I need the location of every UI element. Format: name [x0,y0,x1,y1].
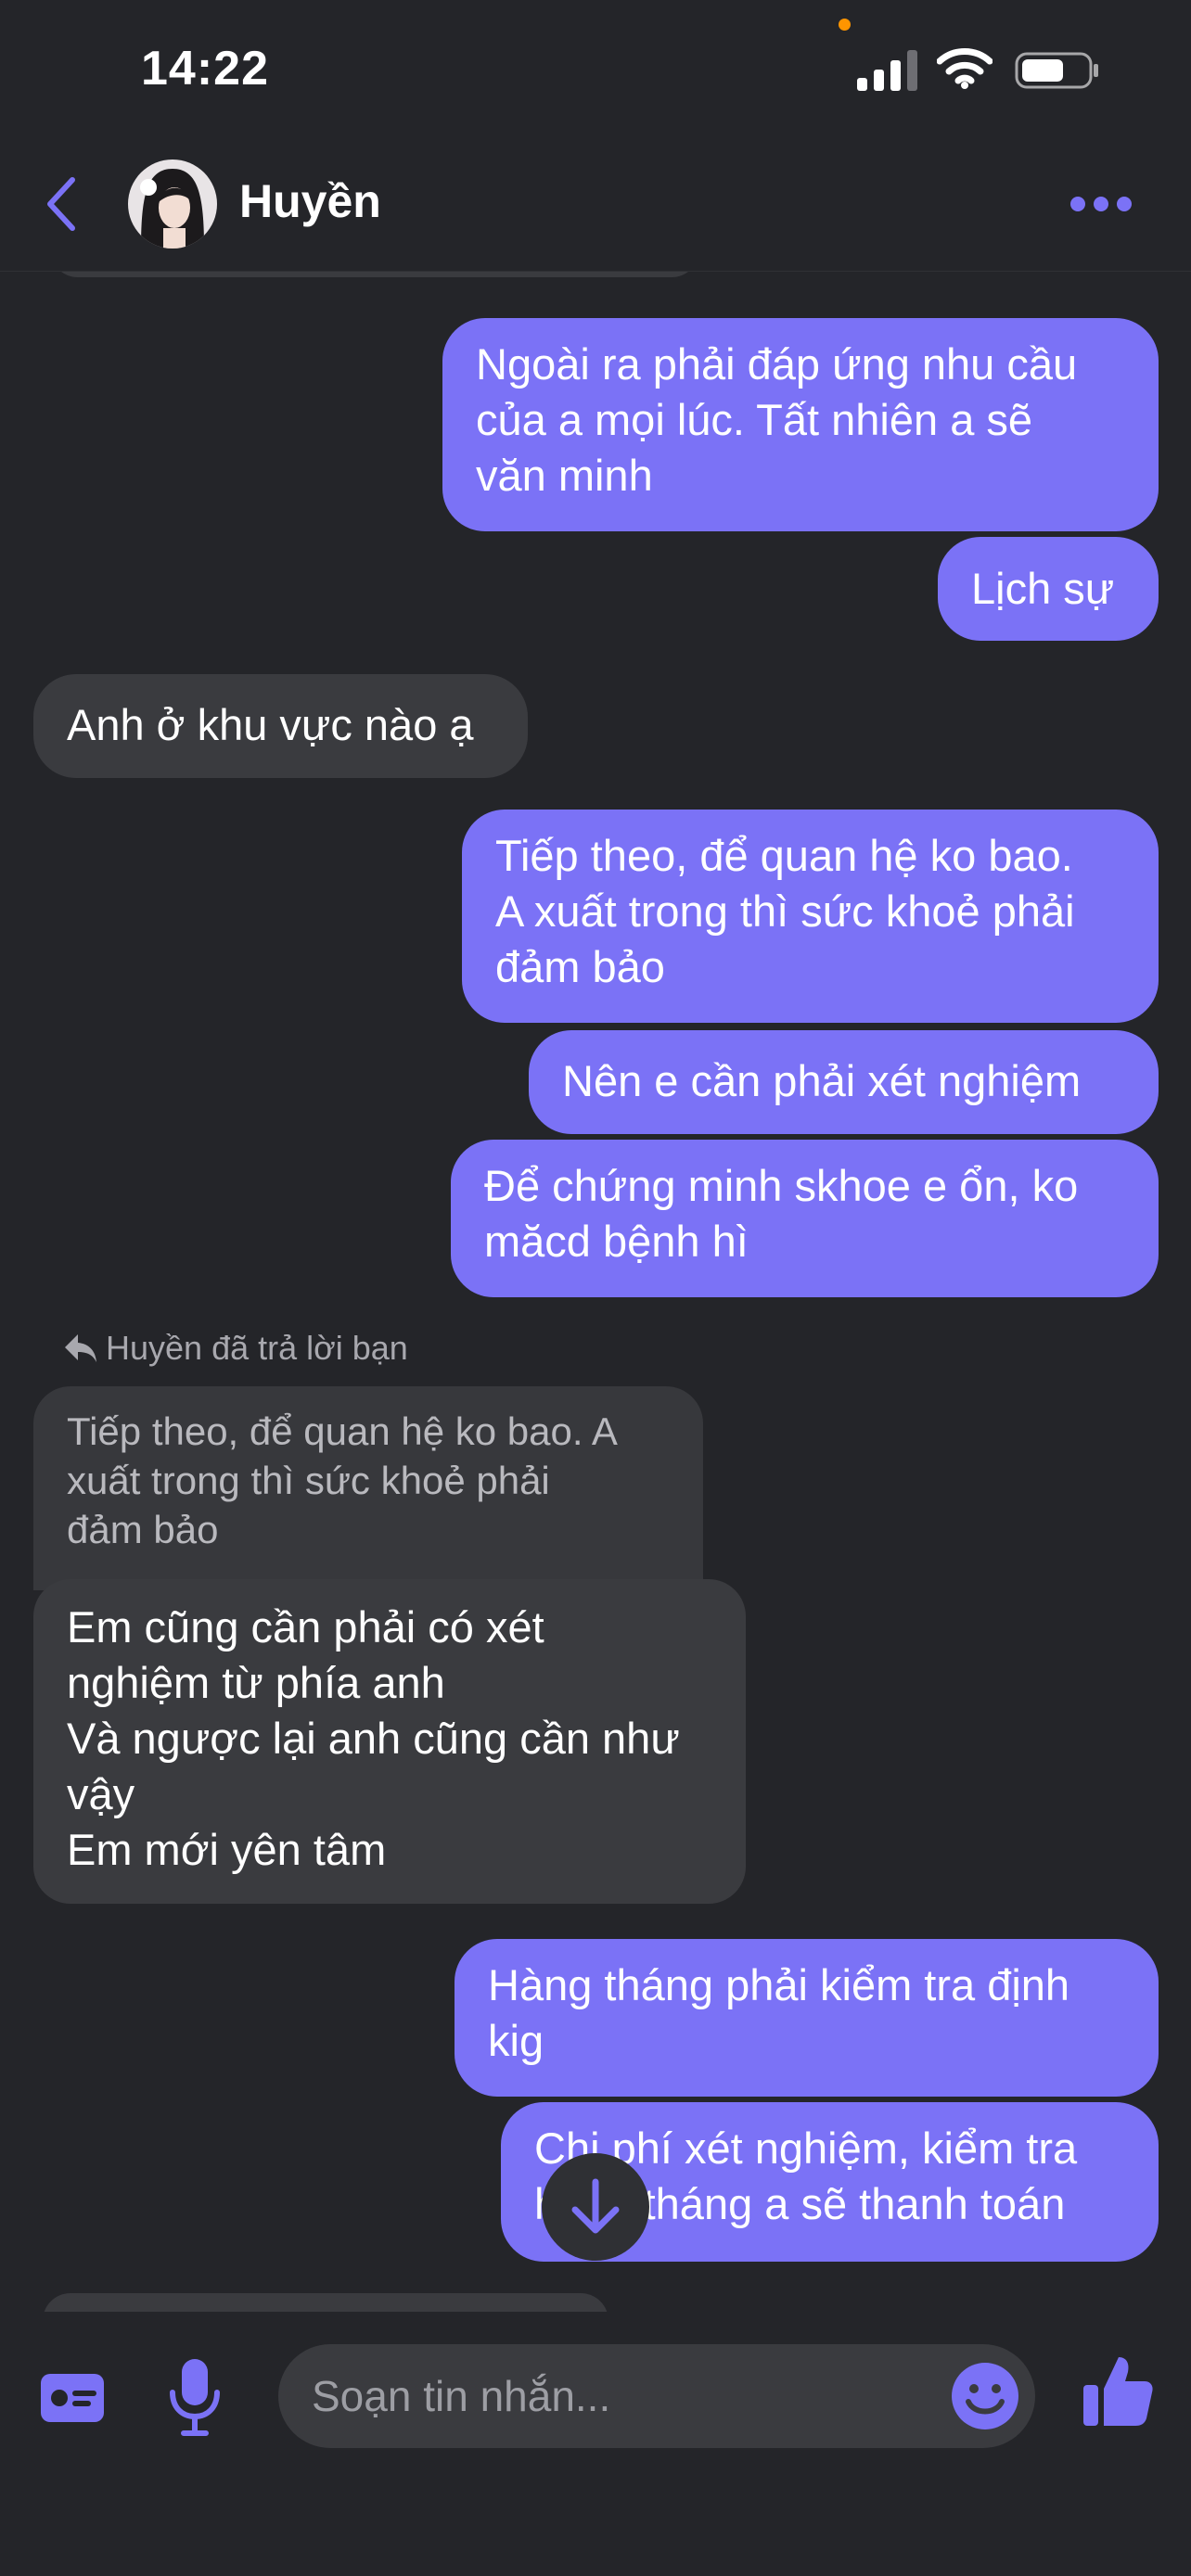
message-input[interactable]: Soạn tin nhắn... [278,2344,1035,2448]
reply-label-text: Huyền đã trả lời bạn [106,1329,408,1367]
incoming-message[interactable]: Anh ở khu vực nào ạ [33,674,528,778]
conversation-header: Huyền [0,139,1191,272]
privacy-indicator [839,19,851,31]
contact-card-icon[interactable] [39,2370,106,2426]
outgoing-message[interactable]: Lịch sự [938,537,1159,641]
outgoing-message[interactable]: Để chứng minh skhoe e ổn, ko măcd bệnh h… [451,1140,1159,1297]
outgoing-message[interactable]: Ngoài ra phải đáp ứng nhu cầu của a mọi … [442,318,1159,531]
back-chevron-icon[interactable] [43,174,80,234]
arrow-down-icon [571,2178,620,2234]
partial-message-bubble [50,272,699,277]
message-thread[interactable]: Ngoài ra phải đáp ứng nhu cầu của a mọi … [0,272,1191,2312]
emoji-icon[interactable] [950,2361,1020,2431]
contact-avatar[interactable] [128,159,217,249]
message-composer: Soạn tin nhắn... [0,2313,1191,2576]
status-time: 14:22 [141,42,269,96]
contact-name[interactable]: Huyền [239,174,381,228]
outgoing-message[interactable]: Tiếp theo, để quan hệ ko bao. A xuất tro… [462,810,1159,1023]
thumbs-up-icon[interactable] [1082,2353,1154,2428]
reply-indicator: Huyền đã trả lời bạn [63,1329,408,1368]
cellular-signal-icon [857,50,917,91]
quoted-message[interactable]: Tiếp theo, để quan hệ ko bao. A xuất tro… [33,1386,703,1590]
outgoing-message[interactable]: Hàng tháng phải kiểm tra định kig [455,1939,1159,2097]
battery-icon [1015,52,1098,89]
incoming-message[interactable]: Em cũng cần phải có xét nghiệm từ phía a… [33,1579,746,1904]
reply-arrow-icon [65,1334,96,1362]
outgoing-message[interactable]: Nên e cần phải xét nghiệm [529,1030,1159,1134]
wifi-icon [937,48,992,89]
partial-message-bubble [43,2293,608,2312]
status-bar: 14:22 [0,0,1191,139]
microphone-icon[interactable] [167,2355,223,2439]
scroll-to-bottom-button[interactable] [542,2153,649,2261]
more-options-icon[interactable] [1069,195,1133,213]
